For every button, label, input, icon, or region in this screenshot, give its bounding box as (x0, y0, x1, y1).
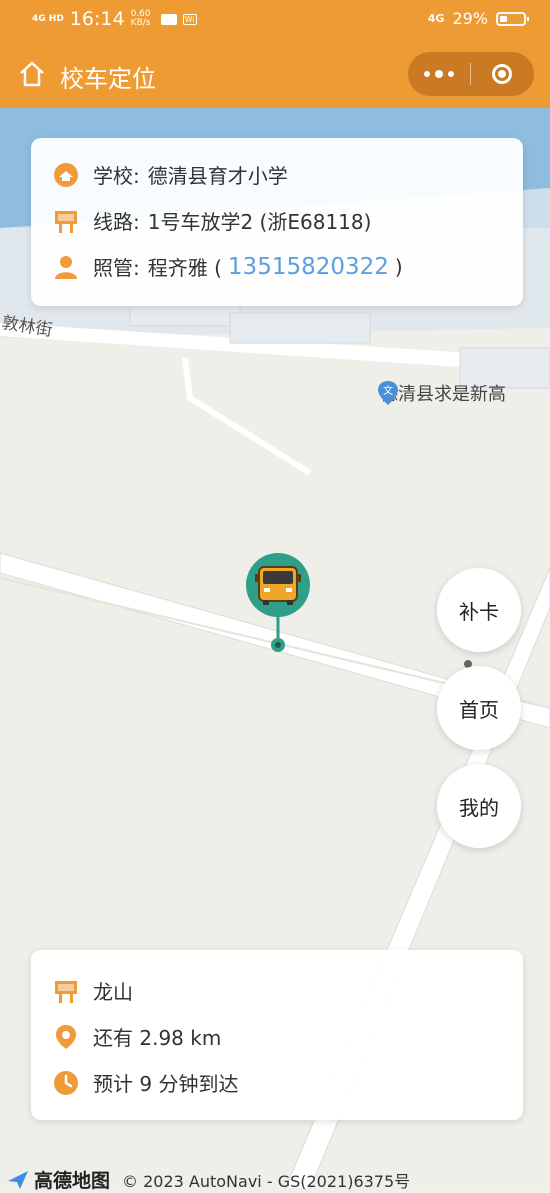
school-icon (53, 162, 79, 188)
person-icon (53, 254, 79, 280)
more-menu-button[interactable] (408, 52, 470, 96)
battery-percent: 29% (452, 9, 488, 28)
route-label: 线路: (93, 210, 140, 234)
video-camera-icon (160, 13, 177, 25)
bus-stop-icon (53, 978, 79, 1004)
home-icon[interactable] (18, 60, 46, 88)
makeup-button[interactable]: 补卡 (437, 568, 521, 652)
target-icon (492, 64, 512, 84)
distance-row: 还有 2.98 km (53, 1022, 221, 1051)
caretaker-phone-link[interactable]: 13515820322 (228, 254, 389, 280)
svg-text:文: 文 (383, 384, 393, 397)
miniprogram-capsule (408, 52, 534, 96)
eta-text: 预计 9 分钟到达 (93, 1072, 239, 1096)
home-nav-button[interactable]: 首页 (437, 666, 521, 750)
bus-marker[interactable] (245, 552, 311, 662)
route-value: 1号车放学2 (浙E68118) (147, 210, 372, 234)
amap-logo-icon (8, 1170, 28, 1189)
stop-name: 龙山 (93, 980, 133, 1004)
route-row: 线路: 1号车放学2 (浙E68118) (53, 206, 371, 235)
caretaker-name: 程齐雅 ( (147, 256, 222, 280)
location-pin-icon (53, 1024, 79, 1050)
network-indicator: 4G HD (32, 13, 64, 24)
poi-marker[interactable]: 文 德清县求是新高 (376, 380, 506, 406)
bus-icon (255, 566, 301, 605)
status-bar: 4G HD 16:14 0.60 KB/s Wi 4G 29% (0, 0, 550, 40)
school-label: 学校: (93, 164, 140, 188)
stop-row: 龙山 (53, 976, 133, 1005)
caretaker-close-paren: ) (394, 254, 403, 279)
status-time: 16:14 (69, 8, 125, 30)
copyright-text: © 2023 AutoNavi - GS(2021)6375号 (122, 1171, 411, 1191)
wifi-badge-icon: Wi (182, 13, 197, 25)
caretaker-row: 照管: 程齐雅 ( 13515820322 ) (53, 252, 403, 281)
caretaker-label: 照管: (93, 256, 140, 280)
network-speed: 0.60 KB/s (130, 9, 151, 28)
school-row: 学校: 德清县育才小学 (53, 160, 288, 189)
page-title: 校车定位 (60, 65, 156, 93)
distance-text: 还有 2.98 km (93, 1026, 222, 1050)
eta-row: 预计 9 分钟到达 (53, 1068, 238, 1097)
school-value: 德清县育才小学 (147, 164, 288, 188)
eta-card: 龙山 还有 2.98 km 预计 9 分钟到达 (31, 950, 523, 1120)
clock-icon (53, 1070, 79, 1096)
title-bar: 校车定位 (0, 40, 550, 108)
close-miniprogram-button[interactable] (471, 52, 533, 96)
bus-stop-icon (53, 208, 79, 234)
route-info-card: 学校: 德清县育才小学 线路: 1号车放学2 (浙E68118) 照管: 程齐雅… (31, 138, 523, 306)
signal-indicator: 4G (427, 12, 445, 25)
poi-school-icon: 文 (378, 381, 398, 405)
battery-icon (496, 11, 529, 26)
mine-nav-button[interactable]: 我的 (437, 764, 521, 848)
